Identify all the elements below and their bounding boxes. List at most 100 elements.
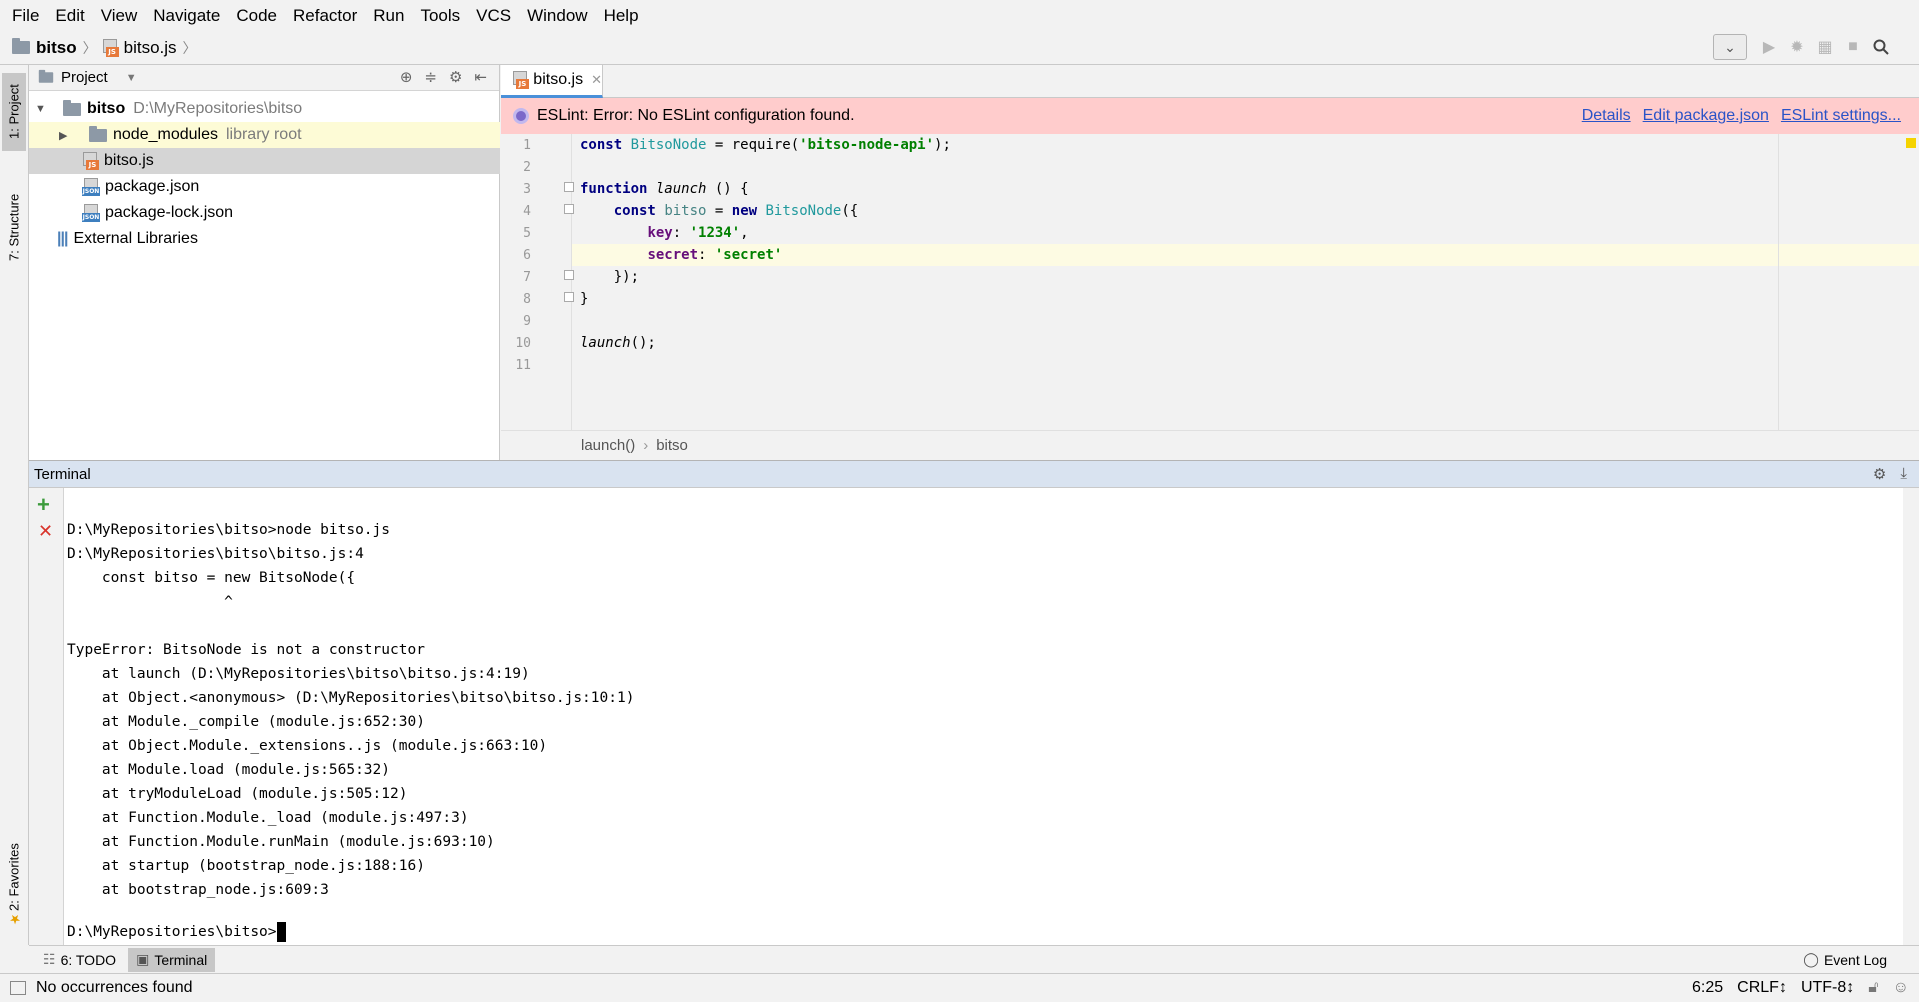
eslint-settings-link[interactable]: ESLint settings... <box>1781 107 1901 125</box>
breadcrumb-project[interactable]: bitso 〉 <box>12 38 103 58</box>
todo-icon: ☷ <box>43 951 56 967</box>
lock-icon[interactable]: 🔓︎ <box>1868 979 1878 997</box>
js-file-icon <box>513 71 530 89</box>
eslint-icon <box>513 108 529 124</box>
code-line-7: }); <box>580 266 639 288</box>
terminal-prompt-line[interactable]: D:\MyRepositories\bitso> <box>67 920 286 944</box>
code-token: bitso <box>664 203 707 219</box>
tab-favorites[interactable]: ★ 2: Favorites <box>2 835 26 935</box>
stop-icon[interactable]: ■ <box>1839 34 1867 60</box>
caret-position[interactable]: 6:25 <box>1692 979 1723 997</box>
terminal-line: at Function.Module.runMain (module.js:69… <box>67 834 495 850</box>
navigation-bar: bitso 〉 bitso.js 〉 <box>0 31 1919 65</box>
editor-tab-bitso-js[interactable]: bitso.js ✕ <box>501 65 603 98</box>
tree-item-label: package-lock.json <box>105 204 234 221</box>
eslint-message: ESLint: Error: No ESLint configuration f… <box>537 107 855 124</box>
collapse-arrow-icon[interactable]: ▶ <box>59 129 73 142</box>
menu-refactor[interactable]: Refactor <box>285 0 365 31</box>
tree-item-root[interactable]: ▼ bitso D:\MyRepositories\bitso <box>29 96 500 122</box>
terminal-output[interactable]: D:\MyRepositories\bitso>node bitso.js D:… <box>64 488 1903 945</box>
code-breadcrumb-variable[interactable]: bitso <box>656 437 688 454</box>
event-log-icon: ◯ <box>1803 951 1819 967</box>
tab-event-log[interactable]: ◯ Event Log <box>1795 948 1895 972</box>
line-number: 11 <box>515 358 531 373</box>
tree-item-package-json[interactable]: package.json <box>29 174 500 200</box>
dropdown-arrow-icon[interactable]: ▼ <box>126 72 137 84</box>
menu-edit[interactable]: Edit <box>47 0 92 31</box>
hide-panel-icon[interactable]: ⇤ <box>474 68 487 86</box>
project-view-selector[interactable]: Project <box>61 69 108 86</box>
menu-tools[interactable]: Tools <box>412 0 468 31</box>
menu-code[interactable]: Code <box>228 0 285 31</box>
menu-navigate[interactable]: Navigate <box>145 0 228 31</box>
tree-item-package-lock-json[interactable]: package-lock.json <box>29 200 500 226</box>
menu-run[interactable]: Run <box>365 0 412 31</box>
menu-view[interactable]: View <box>93 0 146 31</box>
line-number: 4 <box>523 204 531 219</box>
code-editor[interactable]: const BitsoNode = require('bitso-node-ap… <box>572 134 1919 430</box>
terminal-header: Terminal ⚙ ⤓ <box>29 460 1919 488</box>
code-token: = <box>706 203 732 219</box>
tab-todo[interactable]: ☷ 6: TODO <box>35 948 124 972</box>
new-session-icon[interactable]: + <box>37 492 50 518</box>
inspector-icon[interactable]: ☺ <box>1893 979 1909 997</box>
code-token: '1234' <box>689 225 741 241</box>
code-token: function <box>580 181 648 197</box>
code-token: new <box>731 203 758 219</box>
menu-vcs[interactable]: VCS <box>468 0 519 31</box>
gear-icon[interactable]: ⚙ <box>1873 465 1886 483</box>
locate-file-icon[interactable]: ⊕ <box>400 68 413 86</box>
tab-project[interactable]: 1: Project <box>2 73 26 151</box>
project-panel-header: Project ▼ ⊕ ≑ ⚙ ⇤ <box>29 65 499 91</box>
code-line-8: } <box>580 288 588 310</box>
folder-icon <box>12 38 30 54</box>
debug-icon[interactable]: ✹ <box>1783 34 1811 60</box>
code-token: (); <box>630 335 656 351</box>
tree-item-bitso-js[interactable]: bitso.js <box>29 148 500 174</box>
eslint-edit-package-link[interactable]: Edit package.json <box>1643 107 1769 125</box>
line-number: 10 <box>515 336 531 351</box>
code-token: 'secret' <box>714 247 783 263</box>
tab-terminal[interactable]: ▣ Terminal <box>128 947 216 972</box>
gear-icon[interactable]: ⚙ <box>449 68 462 86</box>
terminal-icon: ▣ <box>136 951 150 967</box>
terminal-line: D:\MyRepositories\bitso\bitso.js:4 <box>67 546 364 562</box>
file-encoding[interactable]: UTF-8↕ <box>1801 979 1854 997</box>
expand-arrow-icon[interactable]: ▼ <box>35 103 49 115</box>
terminal-line: D:\MyRepositories\bitso>node bitso.js <box>67 522 391 538</box>
line-separator[interactable]: CRLF↕ <box>1737 979 1787 997</box>
close-icon[interactable]: ✕ <box>591 72 602 88</box>
eslint-details-link[interactable]: Details <box>1582 107 1631 125</box>
code-breadcrumb-function[interactable]: launch() <box>581 437 635 454</box>
tree-item-label: External Libraries <box>73 230 198 247</box>
close-session-icon[interactable]: ✕ <box>38 521 53 542</box>
bottom-tool-bar: ☷ 6: TODO ▣ Terminal ◯ Event Log <box>29 945 1919 973</box>
warning-marker-icon[interactable] <box>1906 138 1916 148</box>
tree-item-label: bitso.js <box>104 152 154 169</box>
search-everywhere-icon[interactable] <box>1867 34 1895 60</box>
menu-help[interactable]: Help <box>596 0 647 31</box>
terminal-line: at startup (bootstrap_node.js:188:16) <box>67 858 425 874</box>
run-icon[interactable]: ▶ <box>1755 34 1783 60</box>
terminal-scrollbar[interactable] <box>1903 488 1919 945</box>
line-number: 6 <box>523 248 531 263</box>
code-line-3: function launch () { <box>580 178 749 200</box>
run-configuration-dropdown[interactable]: ⌄ <box>1713 34 1747 60</box>
tree-item-external-libraries[interactable]: ||| External Libraries <box>29 226 500 252</box>
library-icon: ||| <box>57 230 68 247</box>
tab-event-log-label: Event Log <box>1823 951 1887 968</box>
tree-item-node-modules[interactable]: ▶ node_modules library root <box>29 122 500 148</box>
coverage-icon[interactable]: ▦ <box>1811 34 1839 60</box>
tree-item-label: node_modules <box>113 126 218 143</box>
js-file-icon <box>102 38 119 57</box>
folder-icon <box>63 99 81 116</box>
terminal-toolbar: + ✕ <box>29 488 64 945</box>
breadcrumb-file[interactable]: bitso.js 〉 <box>102 38 203 58</box>
toggle-tool-windows-icon[interactable] <box>10 981 26 995</box>
menu-window[interactable]: Window <box>519 0 595 31</box>
menu-bar: File Edit View Navigate Code Refactor Ru… <box>0 0 1919 31</box>
tab-structure[interactable]: 7: Structure <box>2 180 26 275</box>
menu-file[interactable]: File <box>4 0 47 31</box>
collapse-all-icon[interactable]: ≑ <box>424 68 437 86</box>
minimize-panel-icon[interactable]: ⤓ <box>1900 465 1907 483</box>
